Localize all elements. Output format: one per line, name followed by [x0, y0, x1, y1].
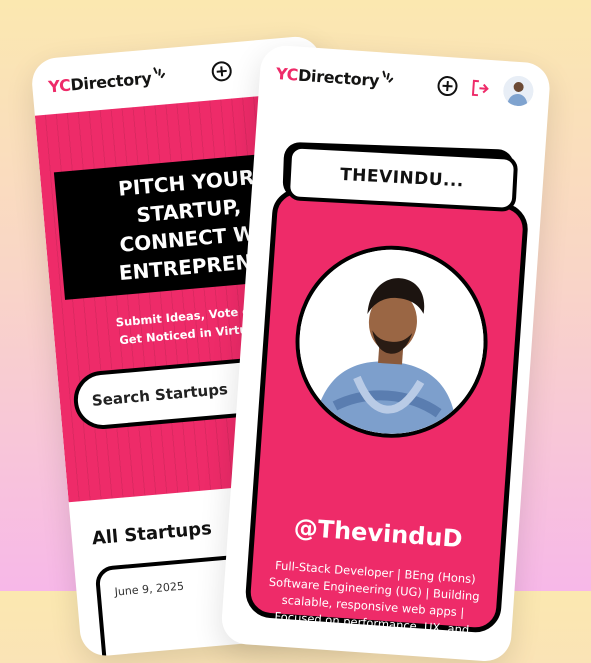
- profile-screen-phone: YCDirectory THEVINDU... @ThevinduD Full-…: [220, 44, 552, 663]
- add-icon[interactable]: [210, 60, 233, 83]
- navbar: YCDirectory: [258, 44, 551, 120]
- logo-ticks-icon: [379, 69, 395, 87]
- logo[interactable]: YCDirectory: [275, 64, 395, 91]
- nav-actions: [436, 70, 535, 108]
- profile-name: THEVINDU...: [285, 144, 519, 213]
- logout-icon[interactable]: [471, 79, 490, 98]
- profile-bio: Full-Stack Developer | BEng (Hons) Softw…: [268, 558, 481, 650]
- logo-ticks-icon: [151, 66, 166, 83]
- avatar-photo-icon: [502, 74, 535, 108]
- add-icon[interactable]: [436, 75, 459, 97]
- logo[interactable]: YCDirectory: [48, 66, 167, 96]
- avatar[interactable]: [502, 74, 535, 108]
